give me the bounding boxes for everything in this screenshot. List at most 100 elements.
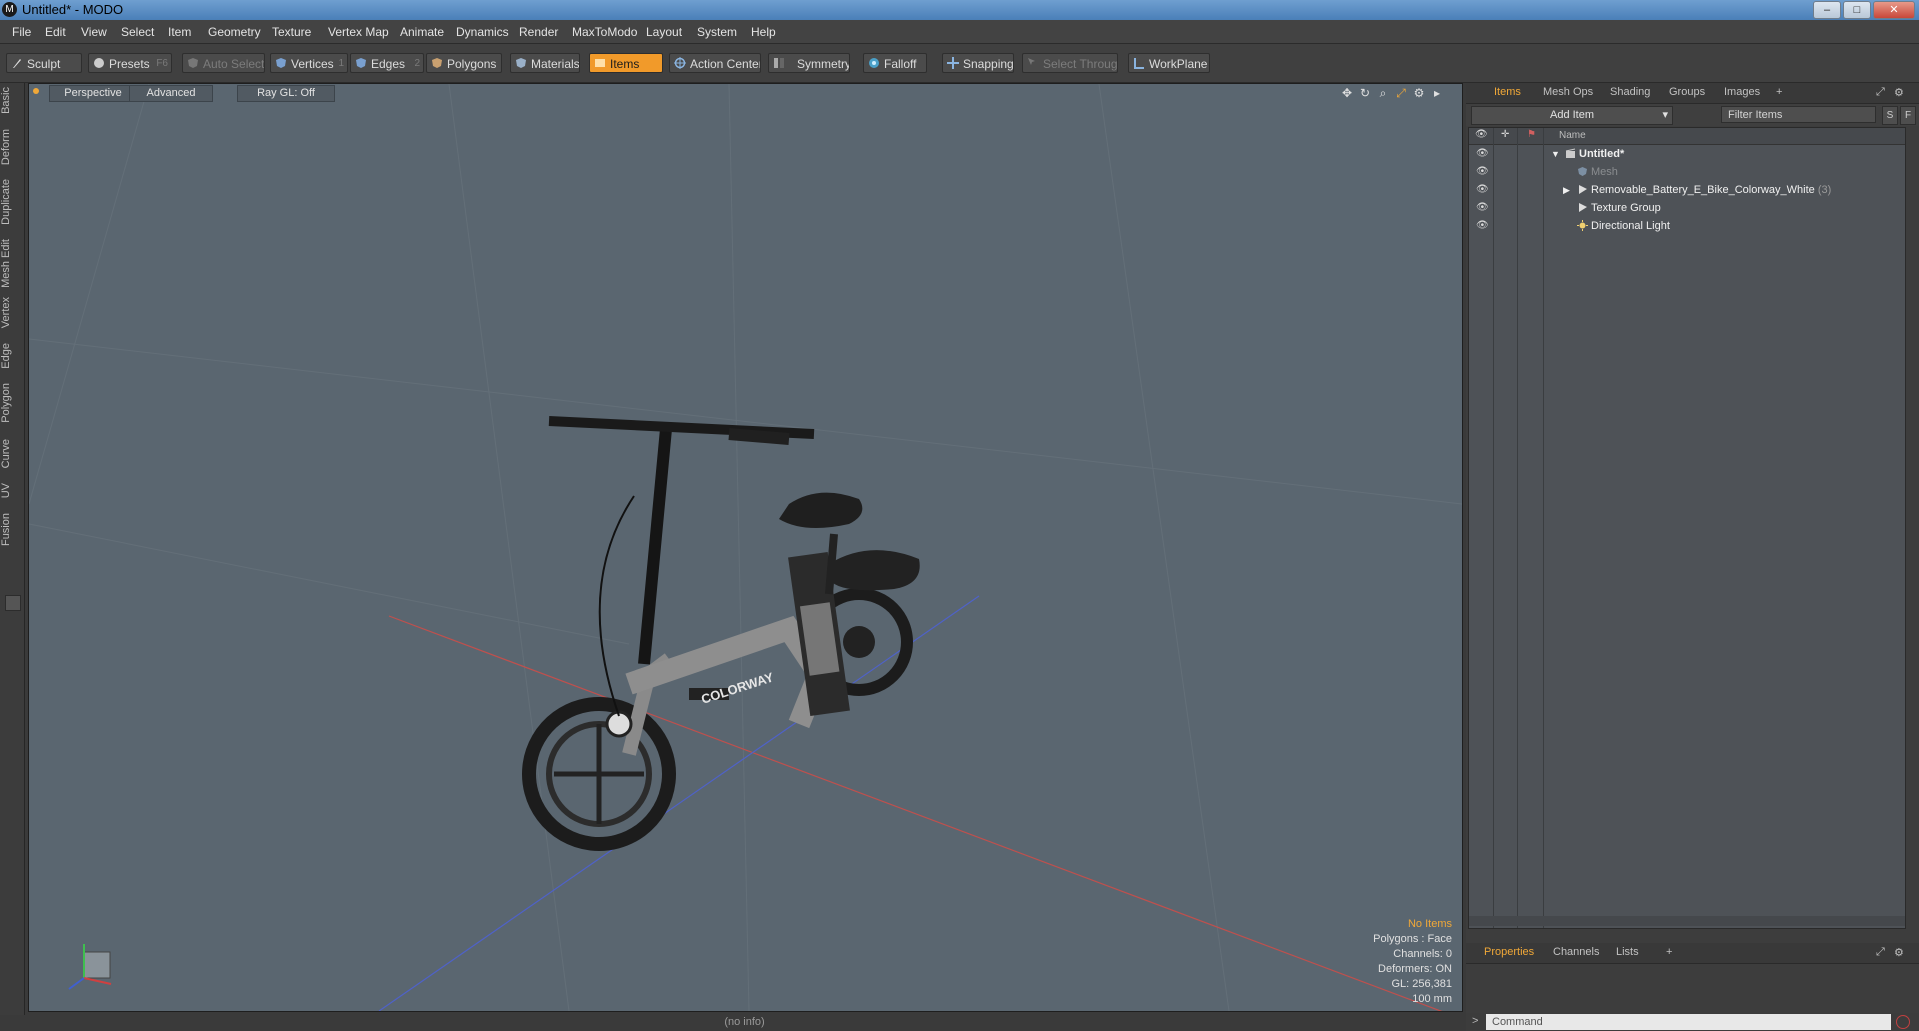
visibility-eye-icon[interactable]: 👁 [1476,181,1489,199]
action-center-label: Action Center [690,57,761,71]
tree-label-scene: Untitled* [1579,148,1625,160]
raygl-toggle[interactable]: Ray GL: Off [237,85,335,102]
s-filter-button[interactable]: S [1882,106,1898,125]
tab-channels[interactable]: Channels [1553,946,1599,958]
tab-shading[interactable]: Shading [1610,86,1650,98]
menu-file[interactable]: File [12,25,31,39]
tab-polygon[interactable]: Polygon [0,383,22,423]
menu-help[interactable]: Help [751,25,776,39]
move-view-icon[interactable]: ✥ [1338,85,1356,101]
f-filter-button[interactable]: F [1900,106,1916,125]
tree-row-directional-light[interactable]: 👁 Directional Light [1469,217,1905,235]
materials-icon [516,58,526,68]
close-button[interactable]: ✕ [1873,1,1915,19]
tab-lists[interactable]: Lists [1616,946,1639,958]
menu-render[interactable]: Render [519,25,558,39]
tree-row-mesh[interactable]: 👁 Mesh [1469,163,1905,181]
crosshair-icon [674,57,686,69]
menu-vertex-map[interactable]: Vertex Map [328,25,389,39]
expand-arrow-icon[interactable]: ▶ [1563,181,1570,199]
tab-basic[interactable]: Basic [0,87,22,114]
menu-layout[interactable]: Layout [646,25,682,39]
tree-label-directional-light: Directional Light [1591,220,1670,232]
tab-mesh-ops[interactable]: Mesh Ops [1543,86,1593,98]
maximize-view-icon[interactable]: ⤢ [1392,85,1410,101]
vertices-button[interactable]: Vertices 1 [270,53,348,73]
snapping-button[interactable]: Snapping [942,53,1014,73]
symmetry-button[interactable]: Symmetry [768,53,850,73]
tab-uv[interactable]: UV [0,483,22,498]
select-through-button[interactable]: Select Through [1022,53,1118,73]
tree-row-texture-group[interactable]: 👁 Texture Group [1469,199,1905,217]
workplane-button[interactable]: WorkPlane [1128,53,1210,73]
sculpt-label: Sculpt [27,57,61,71]
edges-shortcut: 2 [414,58,420,69]
panel-settings-icon[interactable]: ⚙ [1894,86,1904,99]
3d-viewport[interactable]: COLORWAY Perspective Advanced Ray GL: Of… [28,83,1463,1012]
add-tab-button[interactable]: + [1776,86,1782,98]
visibility-eye-icon[interactable]: 👁 [1476,163,1489,181]
menu-maxtomodo[interactable]: MaxToModo [572,25,637,39]
minimize-button[interactable]: – [1813,1,1841,19]
tab-groups[interactable]: Groups [1669,86,1705,98]
menu-select[interactable]: Select [121,25,154,39]
tab-deform[interactable]: Deform [0,129,22,165]
add-item-dropdown[interactable]: Add Item ▾ [1471,106,1673,125]
command-input[interactable]: Command [1486,1014,1891,1030]
tab-curve[interactable]: Curve [0,439,22,468]
viewport-menu-arrow-icon[interactable]: ▸ [1428,85,1446,101]
presets-button[interactable]: Presets F6 [88,53,172,73]
tree-row-scene[interactable]: 👁 ▼ Untitled* [1469,145,1905,163]
menu-view[interactable]: View [81,25,107,39]
expand-properties-icon[interactable]: ⤢ [1876,946,1885,959]
tree-row-bike-group[interactable]: 👁 ▶ Removable_Battery_E_Bike_Colorway_Wh… [1469,181,1905,199]
tab-fusion[interactable]: Fusion [0,513,22,546]
polygons-button[interactable]: Polygons [426,53,502,73]
axis-gizmo [68,944,112,990]
toolbox-toggle-button[interactable] [5,595,21,611]
filter-items-input[interactable]: Filter Items [1721,106,1876,123]
menu-texture[interactable]: Texture [272,25,311,39]
polygons-label: Polygons [447,57,497,71]
tab-duplicate[interactable]: Duplicate [0,179,22,225]
tab-properties[interactable]: Properties [1484,946,1534,958]
snapping-label: Snapping [963,57,1014,71]
materials-button[interactable]: Materials [510,53,580,73]
tree-horizontal-scrollbar[interactable] [1469,916,1905,926]
menu-dynamics[interactable]: Dynamics [456,25,509,39]
action-center-button[interactable]: Action Center [669,53,761,73]
maximize-button[interactable]: □ [1843,1,1871,19]
menu-animate[interactable]: Animate [400,25,444,39]
add-properties-tab-button[interactable]: + [1666,946,1672,958]
tab-edge[interactable]: Edge [0,343,22,369]
tab-mesh-edit[interactable]: Mesh Edit [0,239,22,288]
expand-panel-icon[interactable]: ⤢ [1876,86,1885,99]
tab-images[interactable]: Images [1724,86,1760,98]
falloff-button[interactable]: Falloff [863,53,927,73]
menu-geometry[interactable]: Geometry [208,25,261,39]
properties-settings-icon[interactable]: ⚙ [1894,946,1904,959]
visibility-eye-icon[interactable]: 👁 [1476,199,1489,217]
visibility-eye-icon[interactable]: 👁 [1476,145,1489,163]
collapse-arrow-icon[interactable]: ▼ [1551,145,1560,163]
edges-button[interactable]: Edges 2 [350,53,424,73]
tab-vertex[interactable]: Vertex [0,297,22,328]
shading-mode-dropdown[interactable]: Advanced [129,85,213,102]
menu-edit[interactable]: Edit [45,25,66,39]
command-history-icon[interactable] [1896,1015,1910,1029]
locator-icon [1579,185,1587,194]
tab-items[interactable]: Items [1494,86,1521,98]
presets-label: Presets [109,57,150,71]
view-type-dropdown[interactable]: Perspective [49,85,137,102]
vertices-icon [276,58,286,68]
visibility-eye-icon[interactable]: 👁 [1476,217,1489,235]
auto-select-button[interactable]: Auto Select [182,53,265,73]
items-button[interactable]: Items [589,53,663,73]
mesh-icon [1578,167,1587,176]
menu-item[interactable]: Item [168,25,191,39]
sculpt-button[interactable]: Sculpt [6,53,82,73]
rotate-view-icon[interactable]: ↻ [1356,85,1374,101]
zoom-view-icon[interactable]: ⌕ [1374,85,1392,101]
viewport-settings-icon[interactable]: ⚙ [1410,85,1428,101]
menu-system[interactable]: System [697,25,737,39]
